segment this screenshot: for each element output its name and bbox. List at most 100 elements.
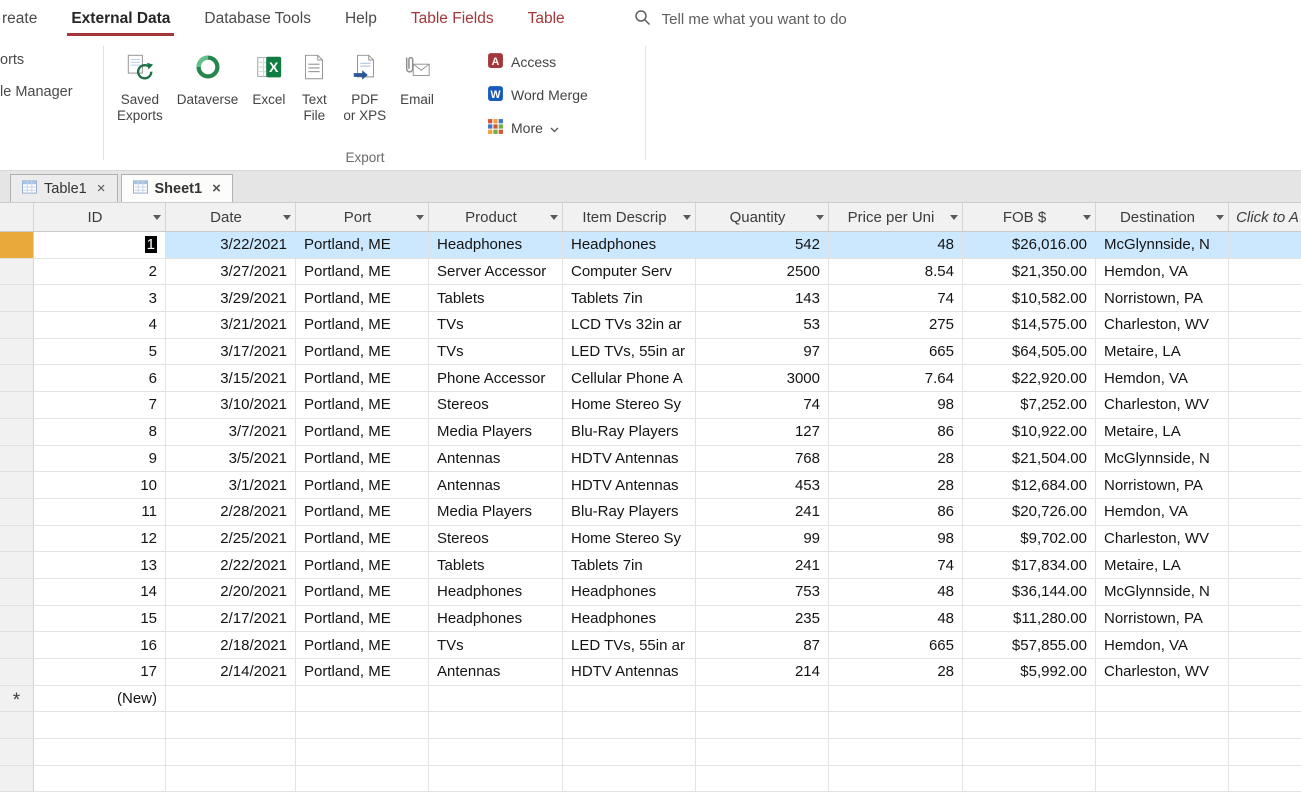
table-cell[interactable]	[1229, 579, 1301, 606]
table-cell[interactable]: Headphones	[429, 232, 563, 259]
table-cell[interactable]: Portland, ME	[296, 312, 429, 339]
table-cell[interactable]: 87	[696, 632, 829, 659]
table-cell[interactable]: Charleston, WV	[1096, 312, 1229, 339]
table-cell[interactable]: 4	[34, 312, 166, 339]
table-cell[interactable]: 86	[829, 419, 963, 446]
object-tab-table1[interactable]: Table1×	[10, 174, 118, 202]
table-cell[interactable]: Antennas	[429, 472, 563, 499]
table-cell[interactable]: Tablets	[429, 552, 563, 579]
table-cell[interactable]: Portland, ME	[296, 552, 429, 579]
dropdown-arrow-icon[interactable]	[1216, 215, 1224, 220]
table-cell[interactable]: LED TVs, 55in ar	[563, 339, 696, 366]
table-cell[interactable]: Computer Serv	[563, 259, 696, 286]
record-selector[interactable]	[0, 419, 34, 446]
column-header-quantity[interactable]: Quantity	[696, 203, 829, 232]
table-cell[interactable]: 74	[829, 552, 963, 579]
table-cell[interactable]: 2/18/2021	[166, 632, 296, 659]
dropdown-arrow-icon[interactable]	[153, 215, 161, 220]
export-more-button[interactable]: More	[487, 117, 588, 138]
table-cell[interactable]: 143	[696, 285, 829, 312]
table-cell[interactable]: 2/25/2021	[166, 526, 296, 553]
record-selector[interactable]	[0, 659, 34, 686]
table-cell[interactable]: Stereos	[429, 526, 563, 553]
close-icon[interactable]: ×	[97, 181, 106, 196]
export-email-button[interactable]: Email	[393, 46, 441, 110]
record-selector[interactable]	[0, 552, 34, 579]
table-cell[interactable]: $10,922.00	[963, 419, 1096, 446]
table-cell[interactable]: 3/5/2021	[166, 446, 296, 473]
table-cell[interactable]: 241	[696, 552, 829, 579]
record-selector[interactable]	[0, 339, 34, 366]
table-cell[interactable]: Portland, ME	[296, 446, 429, 473]
record-selector[interactable]	[0, 312, 34, 339]
table-cell[interactable]: $21,350.00	[963, 259, 1096, 286]
ribbon-tab-help[interactable]: Help	[328, 0, 394, 38]
dropdown-arrow-icon[interactable]	[416, 215, 424, 220]
table-cell[interactable]: Portland, ME	[296, 632, 429, 659]
table-cell[interactable]: Norristown, PA	[1096, 472, 1229, 499]
table-cell[interactable]: 28	[829, 446, 963, 473]
record-selector[interactable]	[0, 285, 34, 312]
table-cell[interactable]: $10,582.00	[963, 285, 1096, 312]
table-cell[interactable]: 86	[829, 499, 963, 526]
table-cell[interactable]: (New)	[34, 686, 166, 713]
table-cell[interactable]: 28	[829, 659, 963, 686]
table-cell[interactable]	[1229, 526, 1301, 553]
table-cell[interactable]: 753	[696, 579, 829, 606]
table-cell[interactable]	[563, 686, 696, 713]
table-cell[interactable]: Blu-Ray Players	[563, 419, 696, 446]
column-header-click-to-a[interactable]: Click to A	[1229, 203, 1301, 232]
table-cell[interactable]: Phone Accessor	[429, 365, 563, 392]
table-cell[interactable]: Headphones	[563, 579, 696, 606]
ribbon-tab-table-fields[interactable]: Table Fields	[394, 0, 511, 38]
table-cell[interactable]: 14	[34, 579, 166, 606]
table-cell[interactable]: HDTV Antennas	[563, 472, 696, 499]
table-cell[interactable]: Charleston, WV	[1096, 659, 1229, 686]
table-cell[interactable]: 665	[829, 632, 963, 659]
record-selector[interactable]	[0, 499, 34, 526]
linked-table-manager-button-clipped[interactable]: le Manager	[0, 84, 73, 100]
column-header-port[interactable]: Port	[296, 203, 429, 232]
table-cell[interactable]	[829, 686, 963, 713]
table-cell[interactable]: Portland, ME	[296, 472, 429, 499]
ribbon-tab-database-tools[interactable]: Database Tools	[187, 0, 328, 38]
table-cell[interactable]: 1	[34, 232, 166, 259]
table-cell[interactable]	[963, 686, 1096, 713]
table-cell[interactable]: Tablets 7in	[563, 285, 696, 312]
table-cell[interactable]: $26,016.00	[963, 232, 1096, 259]
table-cell[interactable]: 7	[34, 392, 166, 419]
table-cell[interactable]: 2/14/2021	[166, 659, 296, 686]
table-cell[interactable]: 3/29/2021	[166, 285, 296, 312]
record-selector[interactable]	[0, 632, 34, 659]
table-cell[interactable]: $20,726.00	[963, 499, 1096, 526]
table-cell[interactable]	[1096, 686, 1229, 713]
table-cell[interactable]	[1229, 606, 1301, 633]
table-cell[interactable]: 98	[829, 526, 963, 553]
table-cell[interactable]	[1229, 659, 1301, 686]
table-cell[interactable]: Norristown, PA	[1096, 285, 1229, 312]
tell-me-search[interactable]: Tell me what you want to do	[634, 0, 847, 38]
saved-exports-button[interactable]: Saved Exports	[110, 46, 170, 126]
table-cell[interactable]: 17	[34, 659, 166, 686]
dropdown-arrow-icon[interactable]	[683, 215, 691, 220]
table-cell[interactable]: Hemdon, VA	[1096, 365, 1229, 392]
table-cell[interactable]: 2/20/2021	[166, 579, 296, 606]
record-selector[interactable]	[0, 259, 34, 286]
table-cell[interactable]: Cellular Phone A	[563, 365, 696, 392]
table-cell[interactable]: 98	[829, 392, 963, 419]
table-cell[interactable]: Portland, ME	[296, 659, 429, 686]
table-cell[interactable]: LED TVs, 55in ar	[563, 632, 696, 659]
table-cell[interactable]: Media Players	[429, 499, 563, 526]
table-cell[interactable]: 453	[696, 472, 829, 499]
table-cell[interactable]: 11	[34, 499, 166, 526]
table-cell[interactable]	[296, 686, 429, 713]
table-cell[interactable]: 8	[34, 419, 166, 446]
table-cell[interactable]: TVs	[429, 339, 563, 366]
table-cell[interactable]: Media Players	[429, 419, 563, 446]
table-cell[interactable]: 7.64	[829, 365, 963, 392]
table-cell[interactable]	[1229, 472, 1301, 499]
table-cell[interactable]: 53	[696, 312, 829, 339]
table-cell[interactable]: Hemdon, VA	[1096, 259, 1229, 286]
table-cell[interactable]: Portland, ME	[296, 259, 429, 286]
table-cell[interactable]: 3/1/2021	[166, 472, 296, 499]
